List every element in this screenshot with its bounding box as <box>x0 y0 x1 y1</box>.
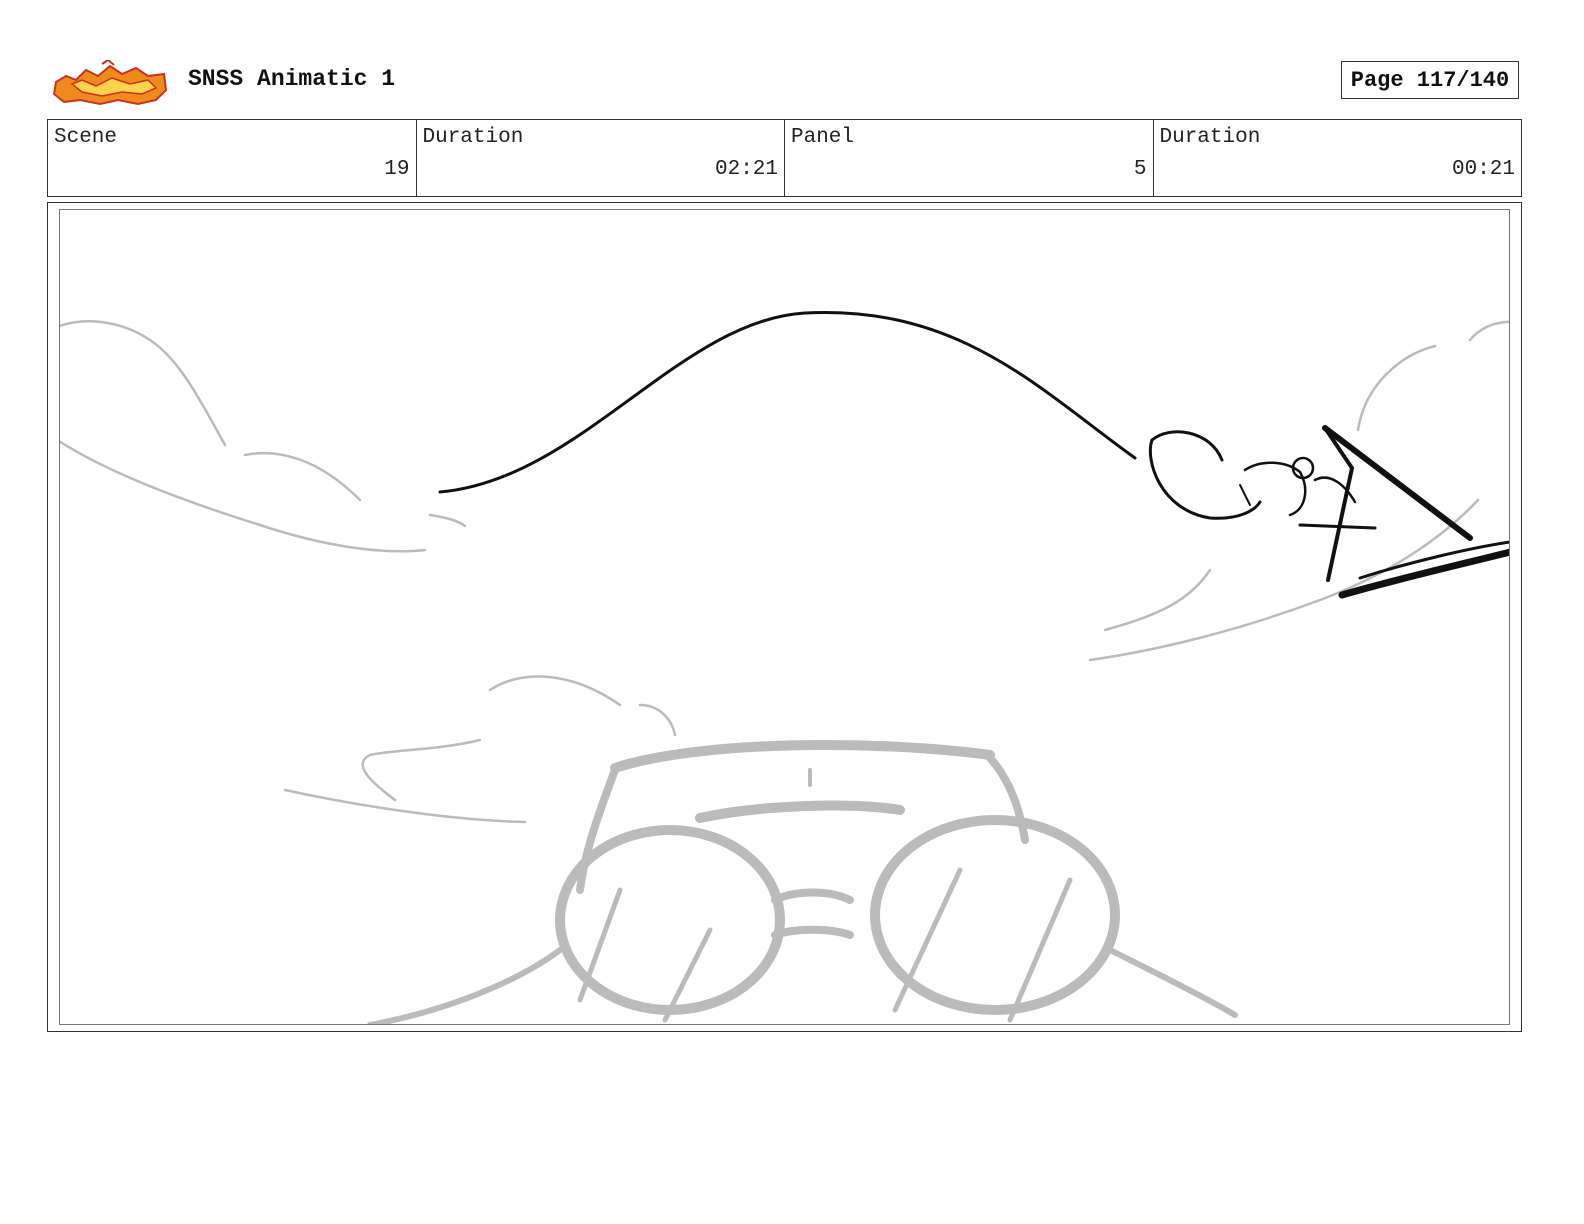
panel-value: 5 <box>1133 158 1147 181</box>
scene-info-table: Scene 19 Duration 02:21 Panel 5 Duration… <box>47 119 1522 197</box>
goggles-foreground-sketch <box>367 740 1238 1024</box>
studio-logo <box>52 58 170 108</box>
panel-label: Panel <box>791 126 855 149</box>
page-number: Page 117/140 <box>1341 61 1519 99</box>
scene-duration-value: 02:21 <box>714 158 778 181</box>
scene-value: 19 <box>384 158 410 181</box>
document-title: SNSS Animatic 1 <box>188 66 396 92</box>
character-sketch <box>1148 425 1509 599</box>
panel-duration-cell: Duration 00:21 <box>1154 120 1522 196</box>
scene-duration-label: Duration <box>422 126 524 149</box>
storyboard-panel <box>59 209 1510 1025</box>
storyboard-sketch <box>60 310 1509 1024</box>
scene-duration-cell: Duration 02:21 <box>417 120 785 196</box>
scene-label: Scene <box>54 126 118 149</box>
panel-duration-label: Duration <box>1159 126 1261 149</box>
flight-path-line <box>438 310 1137 494</box>
panel-duration-value: 00:21 <box>1451 158 1515 181</box>
panel-cell: Panel 5 <box>785 120 1154 196</box>
scene-cell: Scene 19 <box>48 120 417 196</box>
